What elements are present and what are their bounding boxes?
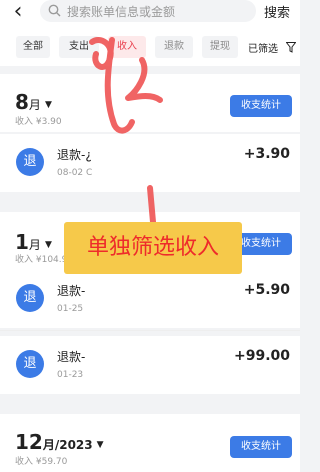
month-summary: 收入 ¥3.90	[15, 117, 62, 127]
refund-icon: 退	[16, 284, 44, 312]
refund-icon: 退	[16, 350, 44, 378]
item-date: 01-25	[57, 304, 84, 314]
filter-chip-all[interactable]: 全部	[16, 36, 50, 58]
month-header-dec: 12月/2023 ▼ 收入 ¥59.70 收支统计	[0, 414, 300, 472]
filter-chip-expense[interactable]: 支出	[59, 36, 99, 58]
item-title: 退款-	[57, 284, 86, 298]
annotation-note: 单独筛选收入	[64, 222, 242, 274]
search-input[interactable]: 搜索账单信息或金额	[40, 0, 256, 22]
filter-chip-income[interactable]: 收入	[108, 36, 146, 58]
filter-chip-refund[interactable]: 退款	[155, 36, 193, 58]
stats-button[interactable]: 收支统计	[230, 95, 292, 117]
item-title: 退款-¿	[57, 148, 92, 162]
funnel-icon[interactable]	[286, 42, 296, 53]
caret-down-icon: ▼	[44, 100, 52, 110]
filter-bar: 全部 支出 收入 退款 提现 已筛选	[0, 30, 300, 66]
search-placeholder: 搜索账单信息或金额	[67, 5, 176, 19]
filtered-label[interactable]: 已筛选	[248, 40, 278, 55]
item-date: 08-02 C	[57, 168, 93, 178]
refund-icon: 退	[16, 148, 44, 176]
month-title[interactable]: 12月/2023 ▼	[15, 430, 104, 454]
search-icon	[48, 4, 61, 17]
item-date: 01-23	[57, 370, 84, 380]
list-item[interactable]: 退 退款- 01-25 +5.90	[0, 270, 300, 328]
month-title[interactable]: 1月 ▼	[15, 230, 52, 254]
back-arrow-icon[interactable]: ‹	[4, 0, 32, 26]
divider	[0, 330, 300, 331]
stats-button[interactable]: 收支统计	[230, 436, 292, 458]
list-item[interactable]: 退 退款- 01-23 +99.00	[0, 336, 300, 394]
filter-chip-withdraw[interactable]: 提现	[202, 36, 238, 58]
month-header-aug: 8月 ▼ 收入 ¥3.90 收支统计	[0, 74, 300, 132]
item-amount: +3.90	[243, 146, 290, 162]
month-title[interactable]: 8月 ▼	[15, 90, 52, 114]
month-summary: 收入 ¥59.70	[15, 457, 68, 467]
caret-down-icon: ▼	[44, 240, 52, 250]
list-item[interactable]: 退 退款-¿ 08-02 C +3.90	[0, 134, 300, 192]
top-bar: ‹ 搜索账单信息或金额 搜索	[0, 0, 300, 30]
caret-down-icon: ▼	[96, 440, 104, 450]
item-amount: +5.90	[243, 282, 290, 298]
item-title: 退款-	[57, 350, 86, 364]
item-amount: +99.00	[233, 348, 290, 364]
search-button[interactable]: 搜索	[264, 2, 290, 21]
month-summary: 收入 ¥104.9	[15, 255, 68, 265]
